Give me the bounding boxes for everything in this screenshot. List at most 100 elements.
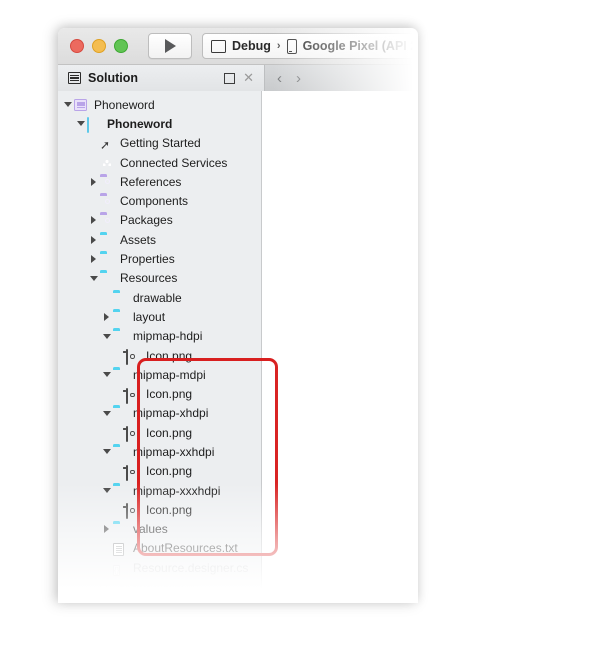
monitor-icon: [211, 39, 226, 53]
tree-item[interactable]: Assets: [58, 230, 261, 249]
tree-item[interactable]: References: [58, 172, 261, 191]
close-window-button[interactable]: [70, 39, 84, 53]
folder-cyan-icon: [100, 253, 115, 266]
tree-item[interactable]: {} MainActivity.cs: [58, 577, 261, 596]
solution-panel-header: Solution ✕ ‹ ›: [58, 65, 418, 92]
tree-item-label: Connected Services: [120, 155, 228, 170]
collapse-toggle-icon[interactable]: [100, 333, 113, 339]
solution-icon: [68, 72, 81, 84]
tree-item[interactable]: Icon.png: [58, 500, 261, 520]
folder-cyan-icon: [113, 407, 128, 420]
run-button[interactable]: [148, 33, 192, 59]
phone-icon: [286, 38, 297, 54]
expand-toggle-icon[interactable]: [100, 312, 113, 321]
configuration-label: Debug: [232, 39, 271, 53]
collapse-toggle-icon[interactable]: [74, 121, 87, 127]
collapse-toggle-icon[interactable]: [100, 372, 113, 378]
tree-item-label: References: [120, 174, 182, 189]
tree-item[interactable]: Phoneword: [58, 114, 261, 134]
expand-toggle-icon[interactable]: [87, 177, 100, 186]
nav-back-icon[interactable]: ‹: [277, 71, 282, 86]
tree-item-label: mipmap-hdpi: [133, 329, 203, 344]
folder-cyan-icon: [113, 484, 128, 497]
tree-item[interactable]: Icon.png: [58, 423, 261, 443]
collapse-toggle-icon[interactable]: [87, 275, 100, 281]
editor-area: [262, 91, 418, 603]
folder-cyan-icon: [113, 291, 128, 304]
tree-item-label: Icon.png: [146, 502, 193, 517]
project-icon: [87, 117, 102, 134]
tree-item[interactable]: Icon.png: [58, 346, 261, 365]
folder-cyan-icon: [113, 523, 128, 536]
collapse-toggle-icon[interactable]: [100, 488, 113, 494]
folder-purple-icon: [100, 175, 115, 188]
image-file-icon: [126, 349, 141, 365]
solution-icon: [74, 98, 89, 112]
tree-item[interactable]: Components: [58, 191, 261, 210]
tree-item[interactable]: Connected Services: [58, 153, 261, 172]
tree-item[interactable]: Properties: [58, 249, 261, 268]
editor-nav-bar: ‹ ›: [264, 65, 418, 91]
folder-purple-icon: [100, 195, 115, 208]
expand-toggle-icon[interactable]: [87, 216, 100, 225]
tree-item-label: layout: [133, 309, 166, 324]
tree-item-label: mipmap-xxxhdpi: [133, 483, 221, 498]
tree-item-label: Resource.designer.cs: [133, 560, 249, 575]
expand-toggle-icon[interactable]: [87, 235, 100, 244]
tree-item[interactable]: Resources: [58, 269, 261, 288]
image-file-icon: [126, 503, 141, 520]
tree-item[interactable]: mipmap-hdpi: [58, 327, 261, 346]
run-configuration-bar[interactable]: Debug › Google Pixel (API 2: [202, 33, 418, 59]
text-file-icon: [113, 542, 128, 556]
tree-item[interactable]: Icon.png: [58, 462, 261, 481]
minimize-window-button[interactable]: [92, 39, 106, 53]
folder-cyan-icon: [113, 368, 128, 381]
tree-item-label: Properties: [120, 252, 175, 267]
tree-item[interactable]: ➚ Getting Started: [58, 134, 261, 153]
zoom-window-button[interactable]: [114, 39, 128, 53]
tree-item[interactable]: Icon.png: [58, 384, 261, 404]
close-icon[interactable]: ✕: [243, 72, 254, 85]
tree-item-label: AboutResources.txt: [133, 541, 238, 556]
tree-item-label: Icon.png: [146, 348, 193, 363]
tree-item[interactable]: Phoneword: [58, 95, 261, 114]
tree-item-label: Getting Started: [120, 136, 201, 151]
tree-item[interactable]: layout: [58, 307, 261, 326]
tree-item[interactable]: values: [58, 520, 261, 539]
collapse-toggle-icon[interactable]: [100, 449, 113, 455]
tree-item[interactable]: mipmap-xxxhdpi: [58, 481, 261, 500]
tree-item[interactable]: mipmap-xhdpi: [58, 404, 261, 423]
play-icon: [164, 39, 176, 53]
folder-purple-icon: [100, 214, 115, 227]
tree-item-label: Icon.png: [146, 425, 193, 440]
rocket-icon: ➚: [100, 137, 111, 152]
csharp-file-icon: {}: [100, 584, 108, 596]
tree-item[interactable]: mipmap-xxhdpi: [58, 442, 261, 461]
tree-item-label: MainActivity.cs: [120, 580, 199, 595]
panel-body: Phoneword Phoneword ➚ Getting Started Connec…: [58, 91, 418, 603]
pin-icon[interactable]: [224, 72, 236, 84]
ide-window: Debug › Google Pixel (API 2 Solution ✕ ‹…: [58, 28, 418, 603]
csharp-file-icon: {}: [113, 565, 121, 577]
folder-cyan-icon: [113, 445, 128, 458]
tree-item-label: Components: [120, 194, 189, 209]
tree-item[interactable]: {} Resource.designer.cs: [58, 558, 261, 577]
tree-item[interactable]: Packages: [58, 211, 261, 230]
tree-item-label: Resources: [120, 271, 178, 286]
expand-toggle-icon[interactable]: [100, 525, 113, 534]
tree-item-label: Icon.png: [146, 387, 193, 402]
image-file-icon: [126, 387, 141, 404]
solution-tree: Phoneword Phoneword ➚ Getting Started Connec…: [58, 91, 262, 603]
collapse-toggle-icon[interactable]: [100, 410, 113, 416]
tree-item[interactable]: drawable: [58, 288, 261, 307]
traffic-light-group: [70, 39, 128, 53]
folder-cyan-icon: [113, 330, 128, 343]
panel-title: Solution: [88, 71, 138, 85]
tree-item[interactable]: AboutResources.txt: [58, 539, 261, 558]
expand-toggle-icon[interactable]: [87, 255, 100, 264]
tab-solution[interactable]: Solution ✕: [58, 65, 262, 91]
nav-forward-icon[interactable]: ›: [296, 71, 301, 86]
collapse-toggle-icon[interactable]: [61, 102, 74, 108]
folder-cyan-icon: [100, 272, 115, 285]
tree-item[interactable]: mipmap-mdpi: [58, 365, 261, 384]
